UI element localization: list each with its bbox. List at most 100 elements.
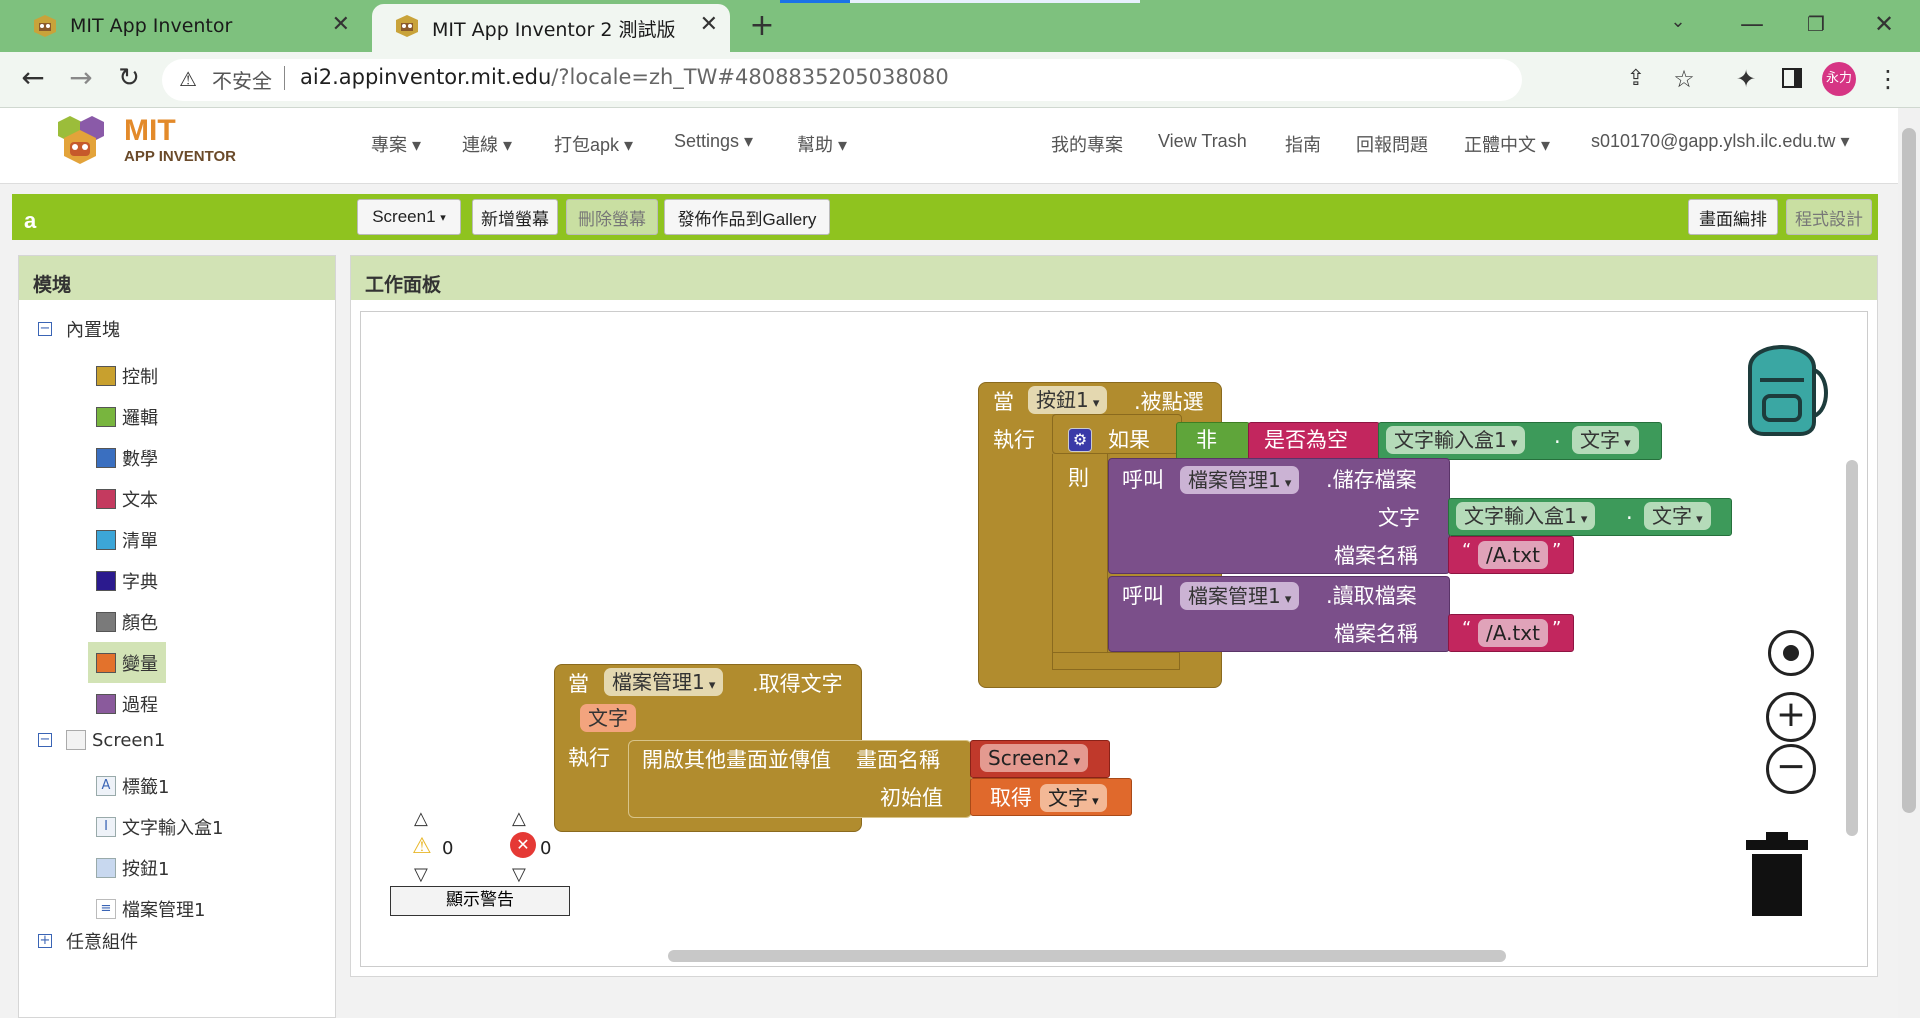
drawer-variables[interactable]: 變量 — [88, 642, 166, 683]
file1-dropdown[interactable]: 檔案管理1 — [1180, 582, 1300, 610]
filename-arg-label: 檔案名稱 — [1334, 622, 1418, 646]
url-text[interactable]: ai2.appinventor.mit.edu/?locale=zh_TW#48… — [300, 65, 949, 89]
drawer-math[interactable]: 數學 — [96, 437, 336, 478]
component-list: A 標籤1 I 文字輸入盒1 按鈕1 ≡ 檔案管理1 — [96, 765, 336, 929]
window-close-icon[interactable]: ✕ — [1868, 8, 1900, 40]
blocks-editor-button[interactable]: 程式設計 — [1786, 199, 1872, 235]
link-my-projects[interactable]: 我的專案 — [1051, 131, 1123, 157]
tree-screen1[interactable]: − Screen1 — [38, 727, 165, 753]
drawer-label: 控制 — [122, 366, 158, 388]
drawer-logic[interactable]: 邏輯 — [96, 396, 336, 437]
component-label1[interactable]: A 標籤1 — [96, 765, 336, 806]
trash-icon[interactable] — [1744, 832, 1810, 916]
text-property-dropdown[interactable]: 文字 — [1644, 502, 1711, 530]
mutator-gear-icon[interactable]: ⚙ — [1068, 428, 1092, 452]
warnings-next-icon[interactable]: ▽ — [414, 864, 428, 885]
screen-name-arg-label: 畫面名稱 — [856, 748, 940, 772]
backpack-icon[interactable] — [1730, 330, 1834, 436]
browser-menu-icon[interactable]: ⋮ — [1872, 63, 1904, 95]
loading-track — [850, 0, 1140, 3]
forward-icon[interactable]: → — [64, 62, 98, 94]
tab-mit-app-inventor[interactable]: MIT App Inventor ✕ — [10, 0, 362, 52]
text-arg-label: 文字 — [1378, 506, 1420, 530]
textbox1-dropdown[interactable]: 文字輸入盒1 — [1386, 426, 1526, 454]
language-dropdown[interactable]: 正體中文 ▾ — [1464, 131, 1550, 157]
link-report-issue[interactable]: 回報問題 — [1356, 131, 1428, 157]
errors-next-icon[interactable]: ▽ — [512, 864, 526, 885]
lists-swatch-icon — [96, 529, 116, 550]
bookmark-star-icon[interactable]: ☆ — [1668, 63, 1700, 95]
collapse-icon[interactable]: − — [38, 322, 52, 336]
restore-icon[interactable]: ❐ — [1800, 8, 1832, 40]
textbox1-dropdown[interactable]: 文字輸入盒1 — [1456, 502, 1596, 530]
collapse-icon[interactable]: − — [38, 733, 52, 747]
filename-value-1[interactable]: /A.txt — [1478, 541, 1548, 569]
screen-select-label: Screen1 — [372, 207, 436, 226]
designer-button[interactable]: 畫面編排 — [1688, 199, 1778, 235]
close-tab-icon[interactable]: ✕ — [700, 12, 718, 37]
back-icon[interactable]: ← — [16, 62, 50, 94]
component-file1[interactable]: ≡ 檔案管理1 — [96, 888, 336, 929]
menu-project[interactable]: 專案 ▾ — [371, 131, 421, 157]
drawer-lists[interactable]: 清單 — [96, 519, 336, 560]
expand-icon[interactable]: + — [38, 934, 52, 948]
drawer-colors[interactable]: 顏色 — [96, 601, 336, 642]
show-warnings-button[interactable]: 顯示警告 — [390, 886, 570, 916]
publish-gallery-button[interactable]: 發佈作品到Gallery — [664, 199, 830, 235]
zoom-out-icon[interactable]: − — [1766, 744, 1816, 794]
warnings-prev-icon[interactable]: △ — [414, 808, 428, 829]
tree-builtin[interactable]: − 內置塊 — [38, 316, 120, 342]
errors-prev-icon[interactable]: △ — [512, 808, 526, 829]
file1-event-dropdown[interactable]: 檔案管理1 — [604, 668, 724, 696]
menu-build[interactable]: 打包apk ▾ — [554, 131, 633, 157]
add-screen-button[interactable]: 新增螢幕 — [472, 199, 558, 235]
drawer-label: 過程 — [122, 694, 158, 716]
param-text[interactable]: 文字 — [580, 704, 636, 732]
security-label[interactable]: 不安全 — [212, 65, 272, 94]
tab-search-chevron-icon[interactable]: ⌄ — [1662, 6, 1694, 38]
link-guide[interactable]: 指南 — [1285, 131, 1321, 157]
link-view-trash[interactable]: View Trash — [1158, 131, 1247, 152]
component-button1[interactable]: 按鈕1 — [96, 847, 336, 888]
component-textbox1[interactable]: I 文字輸入盒1 — [96, 806, 336, 847]
screen2-dropdown[interactable]: Screen2 — [980, 744, 1089, 772]
profile-avatar[interactable]: 永力 — [1822, 62, 1856, 96]
project-toolbar — [12, 194, 1878, 240]
open-screen-label: 開啟其他畫面並傳值 — [642, 748, 831, 772]
tree-any-component[interactable]: + 任意組件 — [38, 928, 138, 954]
tab-mit-app-inventor-2[interactable]: MIT App Inventor 2 測試版 ✕ — [372, 4, 730, 52]
logo-mit-text: MIT — [124, 114, 176, 147]
button1-dropdown[interactable]: 按鈕1 — [1028, 386, 1108, 414]
side-panel-icon[interactable] — [1782, 68, 1802, 88]
mit-logo-icon[interactable] — [52, 112, 122, 168]
new-tab-icon[interactable]: + — [746, 10, 778, 42]
reload-icon[interactable]: ↻ — [112, 62, 146, 94]
share-icon[interactable]: ⇪ — [1620, 63, 1652, 95]
page-scrollbar-thumb[interactable] — [1902, 128, 1916, 813]
logo-subtitle: APP INVENTOR — [124, 148, 236, 165]
menu-settings[interactable]: Settings ▾ — [674, 131, 753, 152]
drawer-text[interactable]: 文本 — [96, 478, 336, 519]
app-inventor-favicon-icon — [394, 14, 420, 38]
filename-value-2[interactable]: /A.txt — [1478, 619, 1548, 647]
drawer-dictionaries[interactable]: 字典 — [96, 560, 336, 601]
menu-help[interactable]: 幫助 ▾ — [797, 131, 847, 157]
drawer-procedures[interactable]: 過程 — [96, 683, 336, 724]
zoom-in-icon[interactable]: + — [1766, 692, 1816, 742]
workspace-horizontal-scrollbar[interactable] — [668, 950, 1506, 962]
text-property-dropdown[interactable]: 文字 — [1572, 426, 1639, 454]
workspace-vertical-scrollbar[interactable] — [1846, 460, 1858, 836]
when-label: 當 — [993, 390, 1014, 414]
extensions-puzzle-icon[interactable]: ✦ — [1730, 63, 1762, 95]
colors-swatch-icon — [96, 611, 116, 632]
drawer-control[interactable]: 控制 — [96, 355, 336, 396]
account-dropdown[interactable]: s010170@gapp.ylsh.ilc.edu.tw ▾ — [1591, 131, 1849, 152]
file1-dropdown[interactable]: 檔案管理1 — [1180, 466, 1300, 494]
close-tab-icon[interactable]: ✕ — [332, 12, 350, 37]
warning-triangle-icon[interactable]: ⚠ — [174, 63, 202, 95]
remove-screen-button[interactable]: 刪除螢幕 — [566, 199, 658, 235]
get-variable-dropdown[interactable]: 文字 — [1040, 784, 1107, 812]
menu-connect[interactable]: 連線 ▾ — [462, 131, 512, 157]
minimize-icon[interactable]: — — [1736, 8, 1768, 40]
screen-select[interactable]: Screen1 ▾ — [357, 199, 461, 235]
